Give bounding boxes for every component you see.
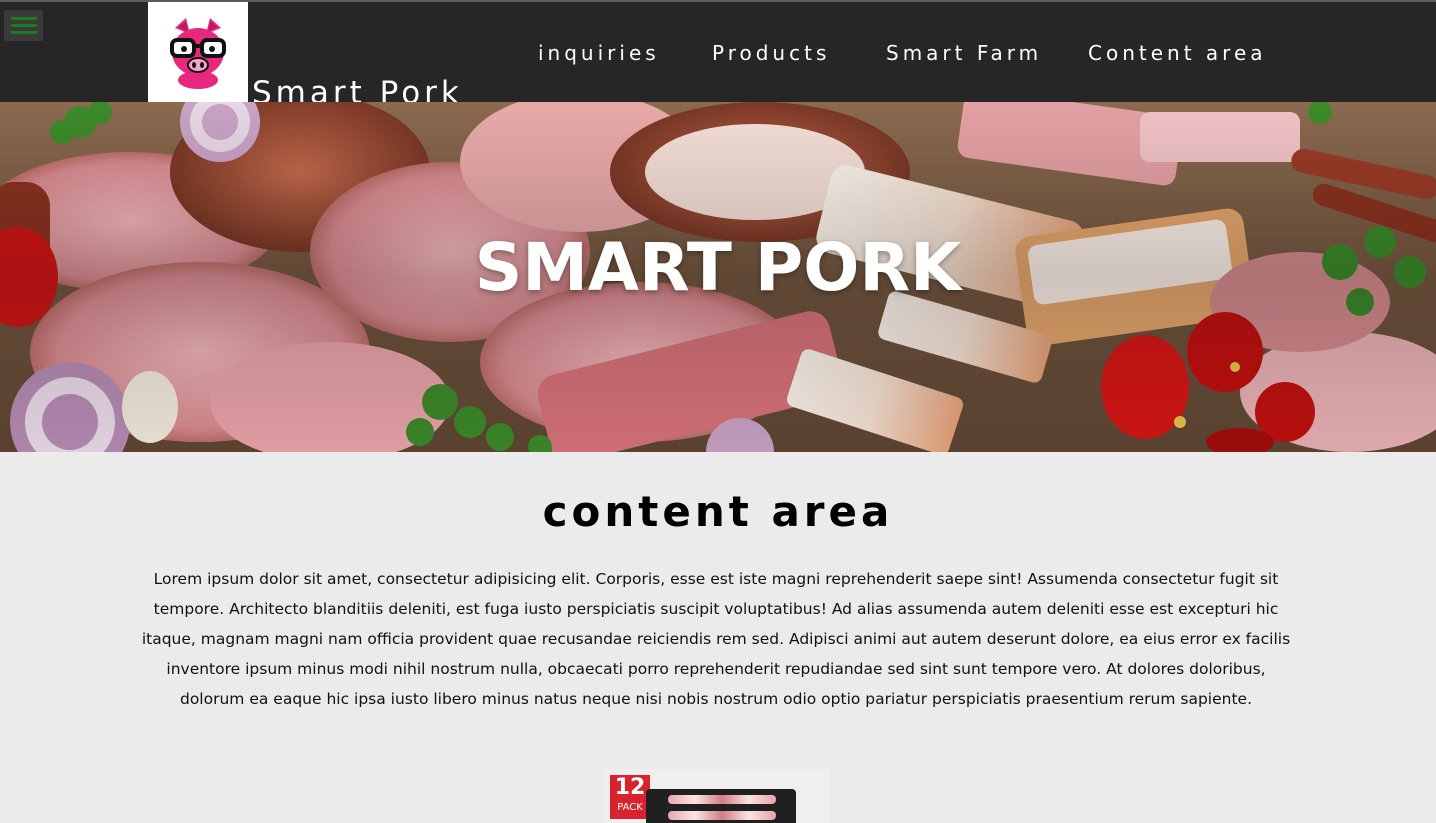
content-paragraph: Lorem ipsum dolor sit amet, consectetur …: [141, 570, 1291, 708]
bacon-strip: [668, 811, 776, 820]
bacon-tray: [646, 789, 796, 823]
pack-number: 12: [614, 775, 646, 800]
bacon-strip: [668, 795, 776, 804]
pig-logo-icon: [170, 18, 226, 89]
hero-title: SMART PORK: [474, 229, 962, 306]
product-bacon-pack-image[interactable]: 12 PACK: [604, 769, 829, 823]
nav-item-smart-farm[interactable]: Smart Farm: [886, 38, 1042, 68]
logo[interactable]: [148, 2, 248, 102]
hamburger-menu-icon[interactable]: [4, 10, 43, 41]
pack-label: PACK: [617, 802, 643, 813]
pack-badge: 12 PACK: [610, 775, 650, 819]
nav-item-inquiries[interactable]: inquiries: [538, 38, 660, 68]
top-navbar: Smart Pork inquiries Products Smart Farm…: [0, 0, 1436, 111]
hero-banner: SMART PORK: [0, 102, 1436, 452]
content-heading: content area: [542, 487, 894, 536]
nav-item-products[interactable]: Products: [712, 38, 830, 68]
nav-item-content-area[interactable]: Content area: [1088, 38, 1267, 68]
